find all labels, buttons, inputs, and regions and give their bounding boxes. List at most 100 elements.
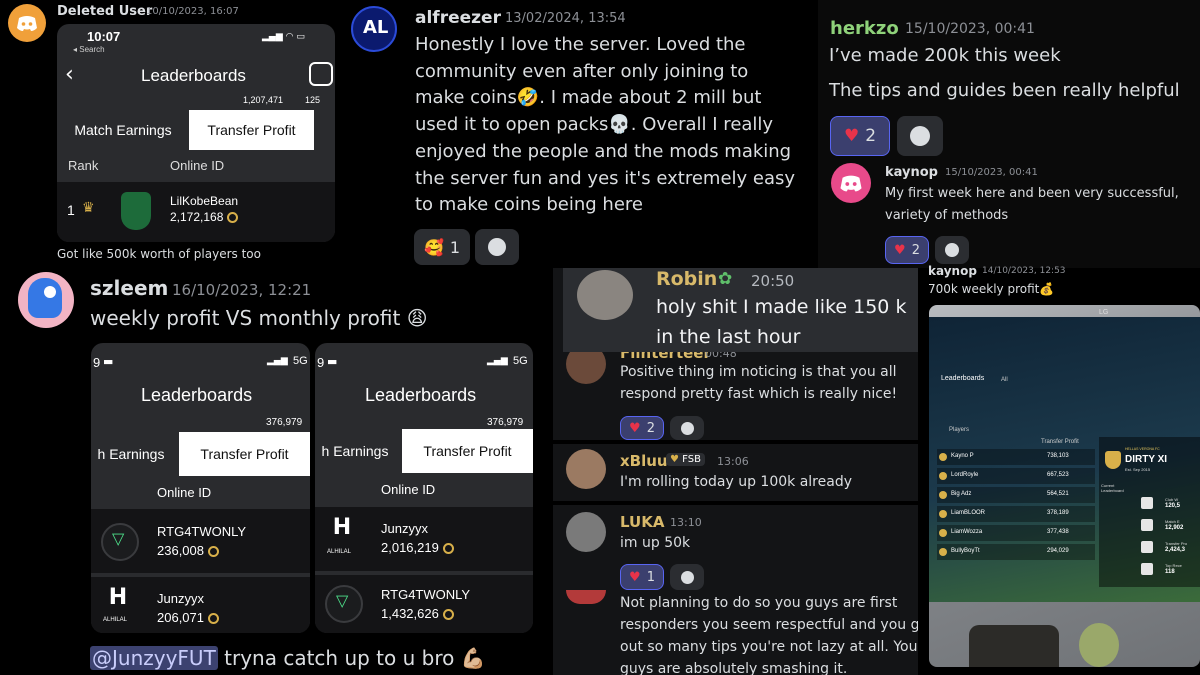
- club-crest-icon: [939, 472, 947, 480]
- add-reaction-button[interactable]: [670, 564, 704, 590]
- club-tag: HELLAS VERONA FC: [1125, 447, 1160, 451]
- alfreezer-avatar[interactable]: AL: [351, 6, 397, 52]
- message-footer: @JunzyyFUT tryna catch up to u bro 💪🏼: [90, 646, 486, 670]
- tab-match-earnings[interactable]: h Earnings: [315, 429, 395, 473]
- crest-caption: ALHILAL: [327, 549, 352, 555]
- add-reaction-button[interactable]: [897, 116, 943, 156]
- club-crest-icon: [121, 192, 151, 230]
- club-stat-value: 118: [1165, 569, 1175, 575]
- table-row[interactable]: H ALHILAL Junzyyx 2,016,219: [315, 507, 533, 571]
- message-line-1: I’ve made 200k this week: [829, 45, 1061, 66]
- author-name[interactable]: alfreezer: [415, 8, 501, 28]
- club-crest-icon: [939, 453, 947, 461]
- add-reaction-button[interactable]: [475, 229, 519, 265]
- reaction-count: 2: [911, 242, 920, 258]
- club-stat-value: 12,902: [1165, 525, 1184, 531]
- add-reaction-button[interactable]: [935, 236, 969, 264]
- tv-player-name: LiamWozza: [951, 529, 983, 535]
- avatar-eye: [44, 286, 56, 298]
- tv-player-name: LiamBLOOR: [951, 510, 986, 516]
- alhilal-crest-icon: H: [108, 585, 128, 610]
- coins-count: 376,979: [487, 417, 524, 428]
- leaderboards-title: Leaderboards: [141, 66, 246, 85]
- message-line-2: The tips and guides been really helpful: [829, 80, 1180, 101]
- col-rank: Rank: [68, 158, 99, 173]
- stat-icon: [1141, 497, 1153, 509]
- message-text: Honestly I love the server. Loved the co…: [415, 34, 796, 216]
- message-szleem: szleem 16/10/2023, 12:21 weekly profit V…: [0, 268, 553, 675]
- player-value: 2,016,219: [381, 540, 454, 555]
- author-name[interactable]: Robin: [656, 268, 717, 290]
- heart-icon: ♥: [629, 569, 641, 585]
- leaderboards-title: Leaderboards: [141, 385, 253, 405]
- coin-icon: [227, 212, 239, 224]
- author-name[interactable]: szleem: [90, 276, 168, 300]
- leaderboards-title: Leaderboards: [365, 385, 477, 405]
- reaction-heart[interactable]: ♥ 1: [620, 564, 664, 590]
- user-avatar[interactable]: [566, 590, 606, 604]
- heart-icon: ♥: [629, 420, 641, 436]
- author-name[interactable]: kaynop: [928, 264, 977, 278]
- crown-icon: ♛: [82, 200, 95, 216]
- back-arrow-icon[interactable]: ‹: [65, 62, 74, 87]
- user-avatar[interactable]: [566, 512, 606, 552]
- club-stat-value: 2,424,3: [1165, 547, 1186, 553]
- add-reaction-button[interactable]: [670, 416, 704, 440]
- user-avatar[interactable]: [577, 270, 633, 320]
- user-mention[interactable]: @JunzyyFUT: [90, 646, 218, 670]
- club-crest-icon: [939, 529, 947, 537]
- author-name[interactable]: herkzo: [830, 18, 899, 39]
- tab-match-earnings[interactable]: Match Earnings: [65, 110, 181, 150]
- club-stat-label: Club W: [1165, 497, 1179, 502]
- coin-icon: [208, 546, 219, 558]
- user-avatar[interactable]: [566, 449, 606, 489]
- col-players: Players: [949, 427, 970, 433]
- szleem-avatar[interactable]: [18, 272, 74, 328]
- col-transfer-profit: Transfer Profit: [1041, 439, 1079, 445]
- club-card: HELLAS VERONA FC DIRTY XI Est. Sep 2015 …: [1099, 437, 1200, 587]
- club-badge-icon: [309, 62, 333, 86]
- bed-icon: ▬: [103, 355, 114, 368]
- author-name[interactable]: Deleted User: [57, 4, 152, 19]
- player-value: 206,071: [157, 610, 219, 625]
- message-kaynop-1: kaynop 15/10/2023, 00:41 My first week h…: [818, 162, 1200, 268]
- table-row[interactable]: ▽ RTG4TWONLY 1,432,626: [315, 575, 533, 633]
- reaction-emoji: 🥰: [423, 237, 444, 257]
- club-name: DIRTY XI: [1125, 454, 1168, 465]
- tv-player-name: Kayno P: [951, 453, 974, 459]
- coin-icon: [442, 543, 454, 555]
- tv-player-value: 378,189: [1047, 510, 1069, 516]
- message-line-2: respond pretty fast which is really nice…: [620, 386, 898, 402]
- back-to-search[interactable]: ◂ Search: [73, 45, 105, 54]
- reaction-heart[interactable]: ♥ 2: [830, 116, 890, 156]
- discord-avatar[interactable]: [831, 163, 871, 203]
- timestamp: 14/10/2023, 12:53: [982, 266, 1066, 276]
- table-row[interactable]: 1 ♛ LilKobeBean 2,172,168: [57, 182, 335, 242]
- tv-leaderboard-row: LiamBLOOR 378,189: [937, 506, 1095, 522]
- tab-transfer-profit[interactable]: Transfer Profit: [402, 429, 533, 473]
- signal-icon: ▂▄▆: [267, 356, 288, 366]
- discord-avatar[interactable]: [8, 4, 46, 42]
- author-name[interactable]: kaynop: [885, 165, 938, 180]
- tab-transfer-profit[interactable]: Transfer Profit: [189, 110, 314, 150]
- table-row[interactable]: H ALHILAL Junzyyx 206,071: [91, 577, 310, 633]
- reaction-heart[interactable]: ♥ 2: [620, 416, 664, 440]
- club-stat-value: 120,5: [1165, 503, 1181, 509]
- timestamp: 15/10/2023, 00:41: [905, 21, 1035, 37]
- author-name[interactable]: xBluu: [620, 452, 668, 470]
- message-line-2: variety of methods: [885, 208, 1009, 223]
- reaction-heart[interactable]: ♥ 2: [885, 236, 929, 264]
- robin-message-card: Robin ✿ 20:50 holy shit I made like 150 …: [563, 268, 918, 352]
- timestamp: 13:06: [717, 455, 749, 468]
- col-online-id: Online ID: [170, 158, 225, 173]
- tab-match-earnings[interactable]: h Earnings: [91, 432, 171, 476]
- table-row[interactable]: ▽ RTG4TWONLY 236,008: [91, 509, 310, 573]
- club-crest-icon: ▽: [325, 585, 363, 623]
- message-line-4: guys are absolutely smashing it.: [620, 661, 848, 675]
- tab-transfer-profit[interactable]: Transfer Profit: [179, 432, 310, 476]
- message-line-3: out so many tips you're not lazy at all.…: [620, 639, 918, 655]
- author-name[interactable]: LUKA: [620, 513, 664, 531]
- reaction-heart-face[interactable]: 🥰 1: [414, 229, 470, 265]
- tv-photo: LG Leaderboards All Players Transfer Pro…: [929, 305, 1200, 667]
- coins-count: 1,207,471: [243, 95, 284, 105]
